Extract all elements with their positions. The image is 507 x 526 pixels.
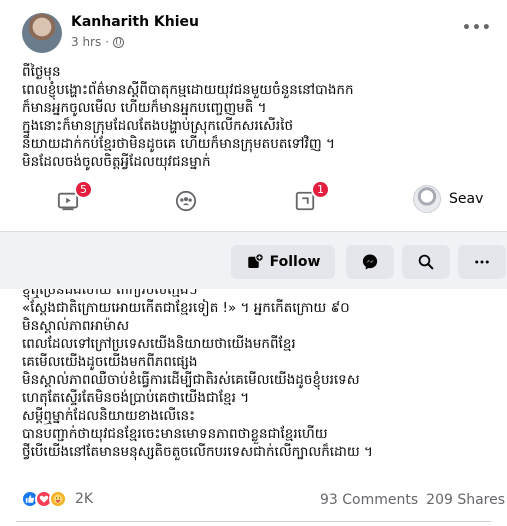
- profile-name: Seav: [449, 191, 484, 207]
- reaction-count: 2K: [75, 491, 94, 507]
- post-body-card: ខ្ញុំឮច្រើនដងហើយ ពាក្យរបស់ក្មេងៗ «ស្តែងជ…: [0, 289, 507, 526]
- profile-shortcut[interactable]: Seav: [413, 185, 483, 213]
- care-icon: [49, 490, 67, 508]
- profile-avatar: [413, 185, 441, 213]
- post-header-card: Kanharith Khieu 3 hrs · ••• ពីថ្ងៃមុន ពេ…: [0, 0, 507, 172]
- author-name[interactable]: Kanharith Khieu: [71, 14, 199, 30]
- video-badge: 5: [74, 180, 93, 199]
- search-button[interactable]: [402, 245, 450, 279]
- messenger-button[interactable]: [346, 245, 394, 279]
- nav-groups[interactable]: [171, 186, 201, 216]
- globe-icon: [113, 36, 125, 48]
- profile-action-bar: Follow: [0, 233, 507, 289]
- follow-button[interactable]: Follow: [231, 245, 335, 279]
- search-icon: [418, 254, 434, 270]
- nav-pages[interactable]: 1: [290, 180, 330, 216]
- post-meta: 3 hrs ·: [71, 35, 125, 49]
- reactions-summary[interactable]: 2K: [21, 490, 93, 508]
- post-text-top: ពីថ្ងៃមុន ពេលខ្ញុំបង្ហោះព័ត៌មានស្តីពីបាត…: [22, 64, 354, 170]
- post-time[interactable]: 3 hrs: [71, 35, 101, 49]
- follow-icon: [247, 253, 264, 268]
- more-icon: [475, 260, 489, 264]
- author-avatar[interactable]: [22, 13, 62, 53]
- shares-count[interactable]: 209 Shares: [426, 492, 505, 508]
- post-text-bottom: ខ្ញុំឮច្រើនដងហើយ ពាក្យរបស់ក្មេងៗ «ស្តែងជ…: [22, 289, 373, 460]
- more-options-button[interactable]: [458, 245, 506, 279]
- messenger-icon: [362, 254, 378, 270]
- groups-icon: [175, 190, 197, 212]
- follow-label: Follow: [269, 254, 321, 270]
- notifications-badge: 1: [311, 180, 330, 199]
- comments-count[interactable]: 93 Comments: [320, 492, 418, 508]
- post-stats: 93 Comments 209 Shares: [320, 492, 505, 508]
- nav-video[interactable]: 5: [53, 180, 93, 216]
- post-more-icon[interactable]: •••: [462, 20, 492, 36]
- divider: [16, 521, 491, 522]
